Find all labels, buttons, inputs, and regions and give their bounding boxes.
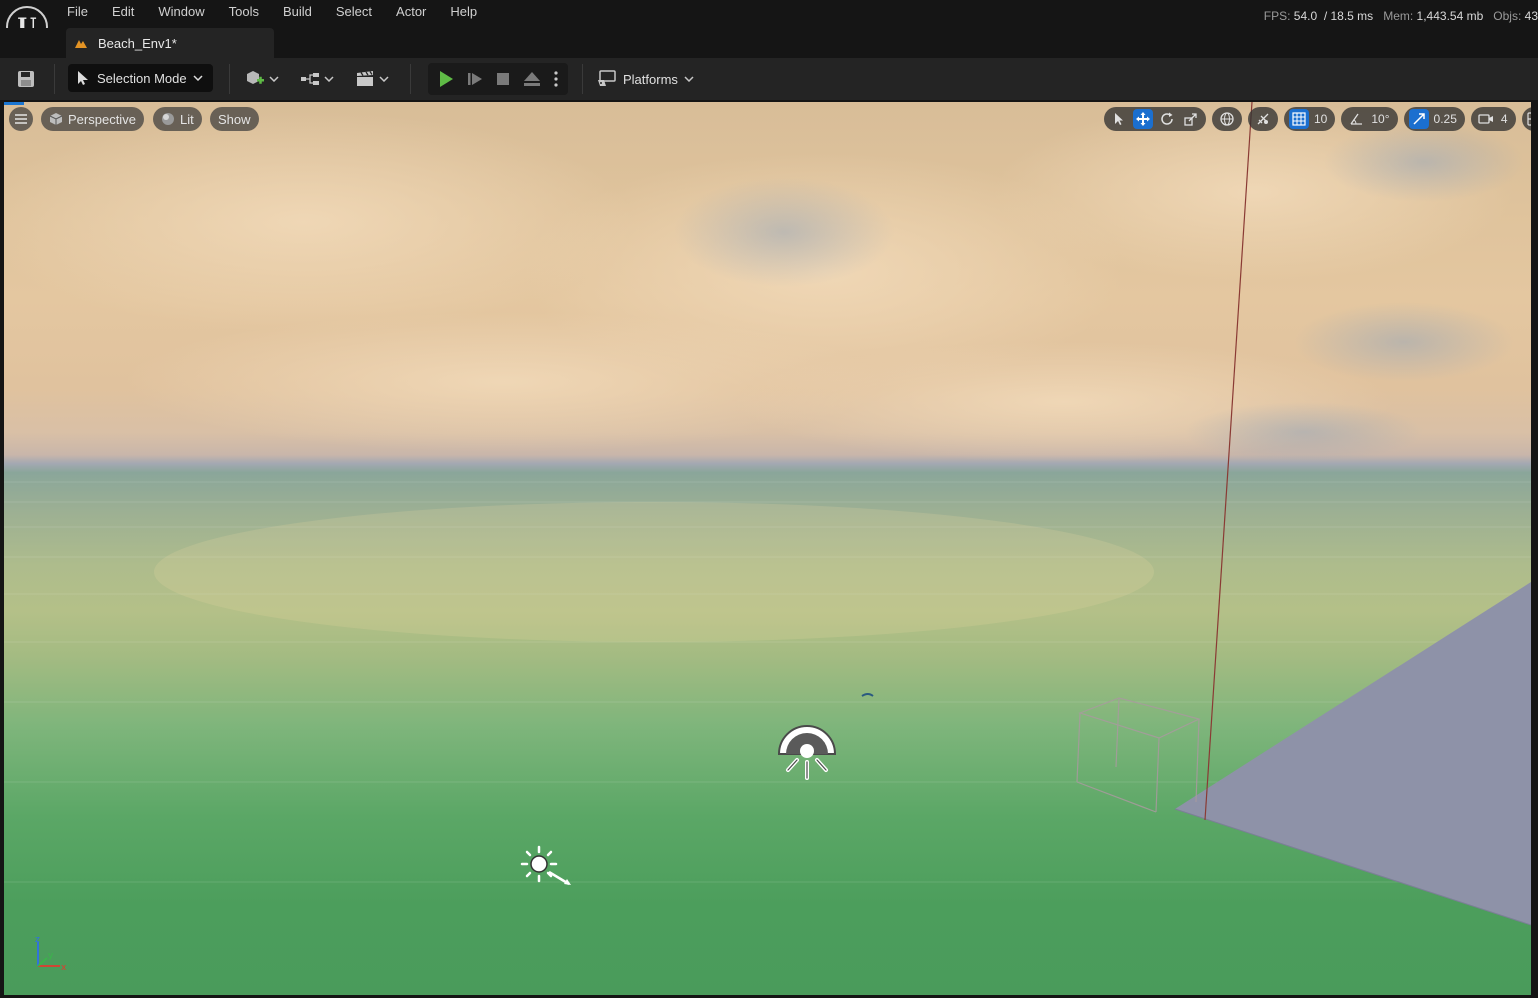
more-options-icon[interactable] <box>553 71 558 87</box>
play-button[interactable] <box>438 70 454 88</box>
scale-snap-icon[interactable] <box>1408 109 1429 129</box>
level-viewport[interactable]: Perspective Lit Show 10 10° 0.25 4 z x y <box>4 102 1531 995</box>
world-globe-icon[interactable] <box>1217 109 1237 129</box>
level-icon <box>74 37 88 49</box>
toolbar-divider <box>410 64 411 94</box>
objs-label: Objs: <box>1493 9 1522 23</box>
blueprint-icon <box>300 71 320 87</box>
add-content-button[interactable] <box>245 58 279 100</box>
camera-icon[interactable] <box>1476 109 1496 129</box>
menu-file[interactable]: File <box>55 0 100 24</box>
move-tool-icon[interactable] <box>1133 109 1153 129</box>
sky-light-icon[interactable] <box>776 722 838 784</box>
selection-mode-dropdown[interactable]: Selection Mode <box>68 64 213 92</box>
document-tab-bar: Beach_Env1* <box>0 28 1538 58</box>
rotation-snap-group: 10° <box>1341 107 1398 131</box>
platforms-icon <box>597 70 617 88</box>
blueprints-button[interactable] <box>300 58 334 100</box>
fps-value: 54.0 <box>1293 9 1318 23</box>
menu-tools[interactable]: Tools <box>217 0 271 24</box>
lit-sphere-icon <box>161 112 175 126</box>
chevron-down-icon <box>269 76 279 82</box>
svg-text:x: x <box>61 963 67 973</box>
axis-gizmo: z x y <box>30 936 70 976</box>
cinematics-button[interactable] <box>355 58 389 100</box>
coordinate-space-group <box>1212 107 1242 131</box>
clapperboard-icon <box>355 71 375 87</box>
cube-icon <box>49 112 63 126</box>
camera-speed-group: 4 <box>1470 107 1516 131</box>
angle-snap-icon[interactable] <box>1346 109 1366 129</box>
main-menu: File Edit Window Tools Build Select Acto… <box>55 0 489 24</box>
scale-snap-group: 0.25 <box>1403 107 1465 131</box>
show-label: Show <box>218 111 251 127</box>
main-toolbar: Selection Mode Platforms <box>0 58 1538 100</box>
objs-value: 43 <box>1524 9 1538 23</box>
mem-label: Mem: <box>1383 9 1414 23</box>
rotation-snap-value[interactable]: 10° <box>1370 112 1392 126</box>
fps-label: FPS: <box>1263 9 1291 23</box>
mem-value: 1,443.54 mb <box>1416 9 1484 23</box>
lighting-mode-label: Lit <box>180 111 194 127</box>
save-button[interactable] <box>12 58 40 100</box>
transform-mode-group <box>1104 107 1206 131</box>
stop-button[interactable] <box>496 72 510 86</box>
view-mode-label: Perspective <box>68 111 136 127</box>
toolbar-divider <box>54 64 55 94</box>
svg-text:z: z <box>35 936 40 945</box>
svg-text:y: y <box>48 951 54 961</box>
show-flags-button[interactable]: Show <box>210 107 259 131</box>
advance-frame-button[interactable] <box>467 71 483 87</box>
viewport-transform-toolbar: 10 10° 0.25 4 <box>1104 107 1531 131</box>
grid-snap-group: 10 <box>1284 107 1336 131</box>
menu-window[interactable]: Window <box>146 0 216 24</box>
viewport-layout-icon[interactable] <box>1524 109 1531 129</box>
chevron-down-icon <box>324 76 334 82</box>
tab-label: Beach_Env1* <box>98 35 177 51</box>
platforms-dropdown[interactable]: Platforms <box>597 58 694 100</box>
viewport-options-button[interactable] <box>9 107 33 131</box>
select-cursor-icon <box>76 70 90 86</box>
lighting-mode-button[interactable]: Lit <box>153 107 202 131</box>
menu-help[interactable]: Help <box>438 0 489 24</box>
layout-group <box>1521 107 1531 131</box>
view-mode-button[interactable]: Perspective <box>41 107 144 131</box>
chevron-down-icon <box>379 76 389 82</box>
frame-time: / 18.5 ms <box>1323 9 1374 23</box>
save-icon <box>17 70 35 88</box>
surface-snapping-icon[interactable] <box>1253 109 1273 129</box>
menu-select[interactable]: Select <box>324 0 384 24</box>
viewport-focus-indicator <box>4 102 24 105</box>
scale-snap-value[interactable]: 0.25 <box>1433 112 1460 126</box>
menu-build[interactable]: Build <box>271 0 324 24</box>
platforms-label: Platforms <box>623 71 678 87</box>
select-tool-icon[interactable] <box>1109 109 1129 129</box>
scene-render <box>4 102 1531 926</box>
directional-light-icon[interactable] <box>519 844 575 886</box>
selection-mode-label: Selection Mode <box>97 70 187 86</box>
surface-snap-group <box>1248 107 1278 131</box>
scale-tool-icon[interactable] <box>1181 109 1201 129</box>
play-controls <box>428 63 568 95</box>
grid-snap-icon[interactable] <box>1289 109 1309 129</box>
menu-bar: U File Edit Window Tools Build Select Ac… <box>0 0 1538 48</box>
performance-stats: FPS: 54.0 / 18.5 ms Mem: 1,443.54 mb Obj… <box>1264 9 1538 23</box>
camera-speed-value[interactable]: 4 <box>1500 112 1511 126</box>
menu-actor[interactable]: Actor <box>384 0 438 24</box>
rotate-tool-icon[interactable] <box>1157 109 1177 129</box>
tab-beach-env1[interactable]: Beach_Env1* <box>66 28 274 58</box>
chevron-down-icon <box>684 76 694 82</box>
grid-snap-value[interactable]: 10 <box>1313 112 1330 126</box>
chevron-down-icon <box>193 75 203 81</box>
toolbar-divider <box>229 64 230 94</box>
toolbar-divider <box>582 64 583 94</box>
menu-edit[interactable]: Edit <box>100 0 146 24</box>
add-actor-icon <box>245 70 265 88</box>
eject-button[interactable] <box>523 71 541 87</box>
hamburger-menu-icon <box>15 114 27 124</box>
